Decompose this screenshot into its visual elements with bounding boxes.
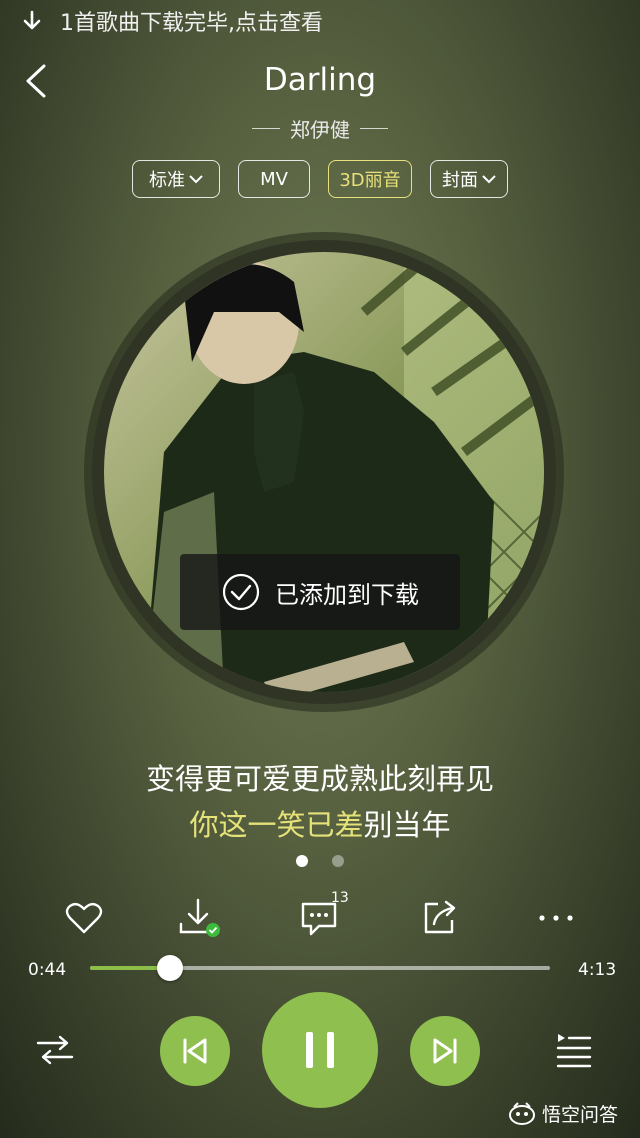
download-arrow-icon [23, 10, 41, 30]
playlist-icon[interactable] [554, 1032, 592, 1068]
artist-row: 郑伊健 [0, 114, 640, 143]
artist-name[interactable]: 郑伊健 [290, 114, 350, 143]
download-notice[interactable]: 1首歌曲下载完毕,点击查看 [60, 5, 323, 37]
lyric-unsung-part: 别当年 [363, 808, 451, 842]
heart-icon[interactable] [62, 896, 106, 940]
play-pause-button[interactable] [262, 992, 378, 1108]
wukong-logo-icon [509, 1101, 535, 1125]
download-toast: 已添加到下载 [180, 554, 460, 630]
lyric-line-prev[interactable]: 变得更可爱更成熟此刻再见 [0, 756, 640, 798]
3d-audio-button[interactable]: 3D丽音 [328, 160, 412, 198]
chip-label: 封面 [442, 170, 478, 191]
watermark-text: 悟空问答 [542, 1104, 619, 1126]
download-done-icon[interactable] [176, 896, 220, 940]
cover-dropdown[interactable]: 封面 [430, 160, 508, 198]
toast-text: 已添加到下载 [275, 580, 419, 609]
progress-thumb[interactable] [157, 955, 184, 981]
total-time: 4:13 [578, 960, 617, 980]
quality-dropdown[interactable]: 标准 [132, 160, 220, 198]
check-circle-icon [222, 573, 260, 611]
previous-button[interactable] [160, 1016, 230, 1086]
more-icon[interactable] [534, 896, 578, 940]
chip-label: 3D丽音 [339, 170, 401, 191]
chevron-down-icon [189, 175, 203, 184]
comment-count-badge: 13 [331, 890, 349, 906]
status-bar[interactable]: 1首歌曲下载完毕,点击查看 [0, 0, 640, 42]
pause-icon [306, 1032, 334, 1068]
divider-line [252, 128, 280, 129]
next-icon [433, 1038, 457, 1064]
page-dot[interactable] [332, 855, 344, 867]
current-time: 0:44 [28, 960, 67, 980]
quality-chips: 标准 MV 3D丽音 封面 [0, 160, 640, 198]
lyric-line-current[interactable]: 你这一笑已差别当年 [0, 802, 640, 844]
previous-icon [183, 1038, 207, 1064]
chip-label: MV [260, 168, 288, 190]
page-dot[interactable] [296, 855, 308, 867]
share-icon[interactable] [418, 896, 462, 940]
page-indicator [0, 855, 640, 867]
comment-button[interactable]: 13 [297, 890, 349, 940]
chevron-down-icon [482, 175, 496, 184]
song-title: Darling [263, 62, 377, 98]
watermark: 悟空问答 [508, 1100, 618, 1127]
chip-label: 标准 [149, 170, 185, 191]
divider-line [360, 128, 388, 129]
album-disc[interactable] [92, 240, 556, 704]
next-button[interactable] [410, 1016, 480, 1086]
mv-button[interactable]: MV [238, 160, 310, 198]
repeat-order-icon[interactable] [36, 1034, 74, 1066]
lyric-sung-part: 你这一笑已差 [189, 808, 364, 842]
